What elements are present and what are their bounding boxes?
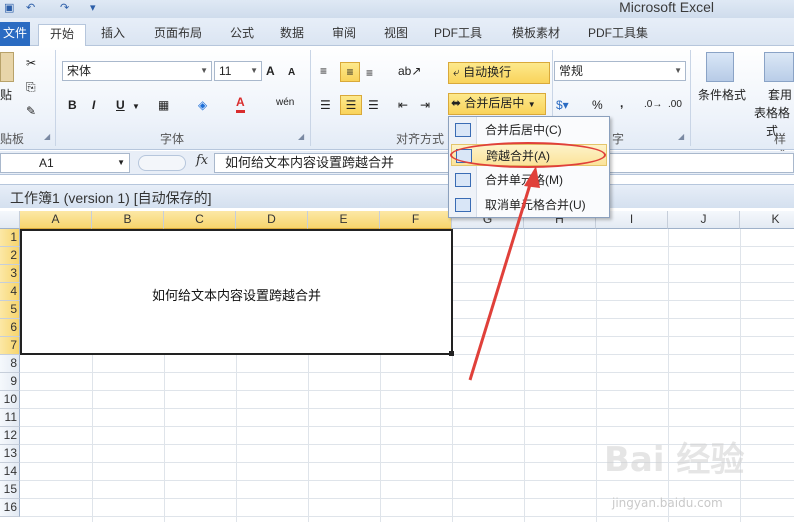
watermark-url: jingyan.baidu.com (612, 496, 723, 510)
watermark-logo: Bai 经验 (604, 440, 745, 480)
